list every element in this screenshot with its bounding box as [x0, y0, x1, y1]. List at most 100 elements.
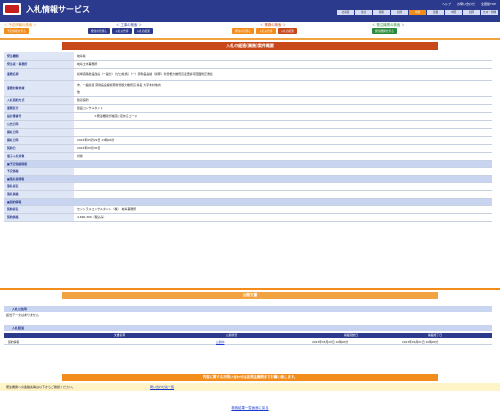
row-value: 対象	[74, 152, 492, 161]
row-label: 落札者名	[4, 182, 74, 191]
services-notice-button[interactable]: 入札公告等	[256, 28, 276, 34]
info-row: 業務区分 建設コンサルタント	[4, 104, 492, 113]
construction-results-button[interactable]: 入札の結果	[133, 28, 153, 34]
info-row: 設計書番号 ＊発注機関が独自に定めるコード	[4, 112, 492, 121]
top-links: ヘルプ お問い合わせ 全国版TOP	[442, 2, 496, 6]
row-value: セントラルコンサルタント（株） 岐阜事務所	[74, 205, 492, 214]
info-row: 入札契約方式 随意契約	[4, 96, 492, 105]
row-value: 建設コンサルタント	[74, 104, 492, 113]
info-row: 業務対象地域 市、一般県道 弥勒長良線仮称新曽根大橋周辺 県名 大字木村地内他	[4, 80, 492, 97]
col-start: 掲載開始日	[344, 333, 358, 337]
doc-start: 2023年05月29日 10時00分	[312, 340, 349, 344]
doc-status-link[interactable]: 公開中	[216, 339, 224, 345]
info-row: 電子入札対象 対象	[4, 152, 492, 161]
table-row: 契約情報 公開中 2023年05月29日 10時00分 2023年06月01日 …	[4, 339, 492, 345]
region-tabs: 北海道 東北 関東 北陸 中部 近畿 中国 四国 九州・沖縄	[337, 10, 498, 15]
nav-group-services: ＜ 業務の検索 ＞ 発注の見通し 入札公告等 入札の結果	[232, 23, 297, 34]
region-tab-kyushu[interactable]: 九州・沖縄	[481, 10, 498, 15]
divider	[0, 38, 500, 40]
row-value: 4,690,300（税込み）	[74, 213, 492, 222]
panel-title: 入札の経過(業務)案件概要	[62, 42, 438, 50]
back-to-results-link[interactable]: 検索結果一覧画面に戻る	[0, 405, 500, 410]
region-tab-chugoku[interactable]: 中国	[445, 10, 462, 15]
top-bar: 入札情報サービス ヘルプ お問い合わせ 全国版TOP 北海道 東北 関東 北陸 …	[0, 0, 500, 22]
area-line: 他	[77, 89, 80, 94]
row-value: 2023年05月29日 13時00分	[74, 136, 492, 145]
row-value	[74, 190, 492, 199]
row-value	[74, 120, 492, 129]
region-tab-chubu[interactable]: 中部	[409, 10, 426, 15]
region-tab-shikoku[interactable]: 四国	[463, 10, 480, 15]
docs-title: 公開文書	[62, 292, 438, 299]
info-row: 開札日時	[4, 128, 492, 137]
app-title: 入札情報サービス	[26, 5, 90, 14]
info-row: 予定価格	[4, 167, 492, 176]
row-value: 岐阜県	[74, 52, 492, 61]
info-row: 契約価格 4,690,300（税込み）	[4, 213, 492, 222]
row-label: 電子入札対象	[4, 152, 74, 161]
info-row: 落札価格	[4, 190, 492, 199]
row-label: 発注者・事務所	[4, 60, 74, 69]
row-value: 随意契約	[74, 96, 492, 105]
row-value	[74, 128, 492, 137]
row-value	[74, 167, 492, 176]
logo-mark-icon	[5, 5, 19, 13]
section-title: ■落札者情報	[4, 175, 492, 183]
row-label: 業務名称	[4, 68, 74, 81]
contact-list-link[interactable]: 問い合わせ先一覧	[150, 383, 174, 391]
help-link[interactable]: ヘルプ	[442, 2, 451, 6]
row-label: 業務対象地域	[4, 80, 74, 97]
notice-empty-text: 該当データはありません	[6, 313, 39, 317]
section-title: ■予定価格情報	[4, 160, 492, 168]
info-row: 業務名称 県単道路新設改良（一般分）［ゼロ県債］（一）弥勒長良線（仮称）新曽根大橋…	[4, 68, 492, 81]
nav-group-construction: ＜ 工事の検索 ＞ 発注の見通し 入札公告等 入札の結果	[88, 23, 153, 34]
row-value	[74, 182, 492, 191]
contact-link[interactable]: お問い合わせ	[457, 2, 475, 6]
info-row: 契約日 2023年05月30日	[4, 144, 492, 153]
services-outlook-button[interactable]: 発注の見通し	[232, 28, 255, 34]
row-value: 県単道路新設改良（一般分）［ゼロ県債］（一）弥勒長良線（仮称）新曽根大橋周辺変更…	[74, 68, 492, 81]
section-header: ■契約情報	[4, 198, 492, 206]
logo	[3, 3, 21, 15]
section-header: ■予定価格情報	[4, 160, 492, 168]
agencies-button[interactable]: 発注機関を見る	[372, 28, 397, 34]
row-label: 開札日時	[4, 128, 74, 137]
info-row: 発注機関 岐阜県	[4, 52, 492, 61]
nav-group-plans: ＜ 予定情報の検索 ＞ 予定情報を見る	[4, 23, 37, 34]
section-title: ■契約情報	[4, 198, 492, 206]
section-header: ■落札者情報	[4, 175, 492, 183]
info-row: 開札日時 2023年05月29日 13時00分	[4, 136, 492, 145]
notice-heading: 入札公告等	[4, 306, 492, 312]
info-row: 発注者・事務所 岐阜土木事務所	[4, 60, 492, 69]
col-status: 公開状況	[226, 333, 238, 337]
search-nav: ＜ 予定情報の検索 ＞ 予定情報を見る ＜ 工事の検索 ＞ 発注の見通し 入札公…	[0, 23, 500, 37]
contact-text: 発注機関への連絡先等は以下からご確認ください。	[6, 385, 76, 389]
nav-group-agencies: ＜ 発注機関の検索 ＞ 発注機関を見る	[372, 23, 405, 34]
row-label: 設計書番号	[4, 112, 74, 121]
row-value: 岐阜土木事務所	[74, 60, 492, 69]
row-label: 予定価格	[4, 167, 74, 176]
region-tab-tohoku[interactable]: 東北	[355, 10, 372, 15]
row-label: 発注機関	[4, 52, 74, 61]
region-tab-hokkaido[interactable]: 北海道	[337, 10, 354, 15]
doc-end: 2023年06月01日 10時00分	[402, 340, 439, 344]
docs-table-header: 文書名称 公開状況 掲載開始日 掲載終了日	[4, 333, 492, 338]
region-tab-kanto[interactable]: 関東	[373, 10, 390, 15]
plans-button[interactable]: 予定情報を見る	[4, 28, 29, 34]
info-row: 契約者名 セントラルコンサルタント（株） 岐阜事務所	[4, 205, 492, 214]
contact-row: 発注機関への連絡先等は以下からご確認ください。 問い合わせ先一覧	[0, 383, 500, 391]
services-results-button[interactable]: 入札の結果	[277, 28, 297, 34]
info-row: 公告日時	[4, 120, 492, 129]
region-tab-hokuriku[interactable]: 北陸	[391, 10, 408, 15]
col-end: 掲載終了日	[428, 333, 442, 337]
construction-notice-button[interactable]: 入札公告等	[112, 28, 132, 34]
contact-notice: 内容に関するお問い合わせは各発注機関までお願い致します。	[62, 374, 438, 381]
construction-outlook-button[interactable]: 発注の見通し	[88, 28, 111, 34]
row-label: 入札契約方式	[4, 96, 74, 105]
region-tab-kinki[interactable]: 近畿	[427, 10, 444, 15]
national-top-link[interactable]: 全国版TOP	[481, 2, 496, 6]
col-doc-name: 文書名称	[114, 333, 126, 337]
row-label: 契約価格	[4, 213, 74, 222]
info-row: 落札者名	[4, 182, 492, 191]
divider	[0, 288, 500, 290]
